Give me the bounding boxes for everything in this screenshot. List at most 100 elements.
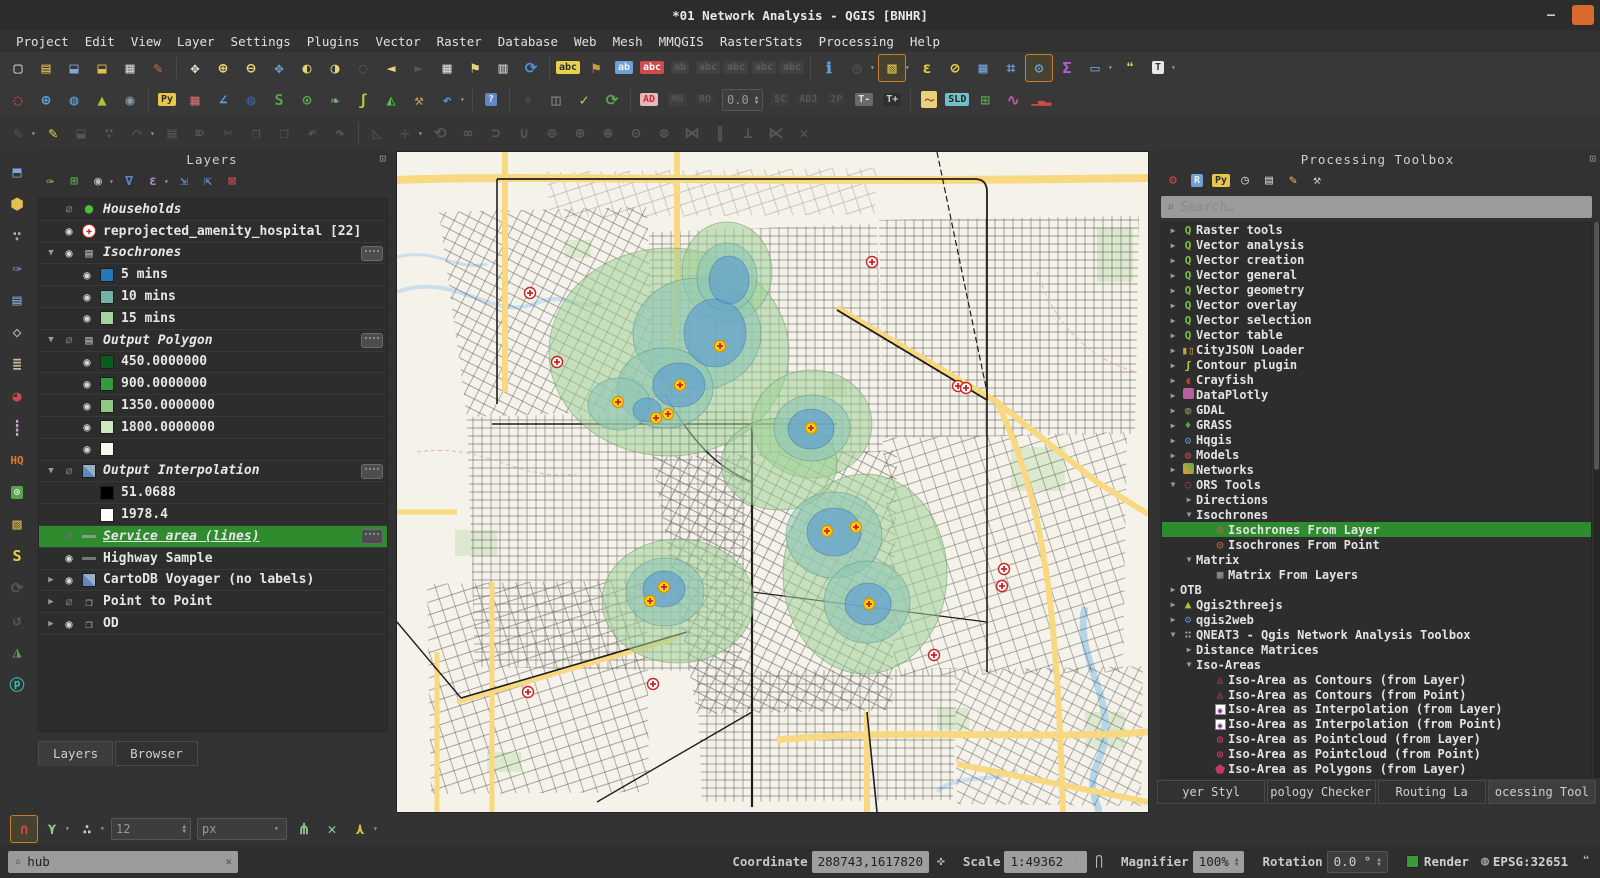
table-add-icon[interactable]: ⊞ [972,87,998,113]
delete-ring-icon[interactable]: ⊝ [623,120,649,146]
add-group-icon[interactable]: ⊞ [63,170,85,192]
proc-item-iso-area-as-pointcloud-from-point[interactable]: ⊙Iso-Area as Pointcloud (from Point) [1162,747,1591,762]
proc-item-isochrones[interactable]: ▼Isochrones [1162,507,1591,522]
hospital-marker-selected[interactable] [663,409,674,420]
move-feature-icon[interactable]: ⟲ [427,120,453,146]
hospital-marker-selected[interactable] [864,599,875,610]
hospital-marker[interactable] [523,687,534,698]
digitize-RO-icon[interactable]: RO [692,87,718,113]
highlight-labels-icon[interactable]: abc [639,55,665,81]
advanced-digitizing-AD-icon[interactable]: AD [636,87,662,113]
digitize-shape-icon[interactable]: ⌒ [124,120,150,146]
text-annotation-icon[interactable]: T [1145,55,1171,81]
hospital-marker-selected[interactable] [675,380,686,391]
pan-map-icon[interactable]: ✥ [182,55,208,81]
help-contents-icon[interactable]: ? [478,87,504,113]
processing-toolbox-icon[interactable]: ⚙ [1026,55,1052,81]
visibility-eye-icon[interactable]: ∅ [59,464,79,478]
new-map-view-icon[interactable]: ▦ [434,55,460,81]
expander-icon[interactable]: ▶ [1166,301,1180,310]
layer-row-5-mins[interactable]: ◉5 mins [39,264,387,286]
proc-item-matrix-from-layers[interactable]: ▦Matrix From Layers [1162,567,1591,582]
zoom-to-selection-icon[interactable]: ◐ [294,55,320,81]
visibility-eye-icon[interactable]: ∅ [59,202,79,216]
copy-features-icon[interactable]: ❐ [243,120,269,146]
select-by-expression-icon[interactable]: ε [914,55,940,81]
snapping-units-select[interactable]: px▾ [197,818,287,840]
menu-mmqgis[interactable]: MMQGIS [651,32,712,51]
proc-item-vector-creation[interactable]: ▶QVector creation [1162,253,1591,268]
change-label-icon[interactable]: abc [723,55,749,81]
quickmapservices-icon[interactable]: S [266,87,292,113]
menu-vector[interactable]: Vector [367,32,428,51]
layer-row-reprojected-amenity-hospital-22[interactable]: ◉✚reprojected_amenity_hospital [22] [39,221,387,243]
r-scripts-icon[interactable]: R [1186,169,1208,191]
open-attribute-table-icon[interactable]: ▦ [970,55,996,81]
gdrive-layer-icon[interactable]: ◮ [4,639,30,665]
proc-item-qgis2web[interactable]: ▶⚙qgis2web [1162,612,1591,627]
digitize-ADJ-icon[interactable]: ADJ [795,87,821,113]
save-project-as-icon[interactable]: ⬓ [89,55,115,81]
menu-processing[interactable]: Processing [811,32,902,51]
layer-row-10-mins[interactable]: ◉10 mins [39,286,387,308]
expander-icon[interactable]: ▶ [1166,286,1180,295]
render-checkbox[interactable] [1406,855,1419,868]
topological-editing-icon[interactable]: ⋔ [291,816,317,842]
trim-extend-icon[interactable]: ✕ [791,120,817,146]
new-project-icon[interactable]: ▢ [5,55,31,81]
slash-label-icon[interactable]: abc [779,55,805,81]
delete-part-icon[interactable]: ⊗ [651,120,677,146]
zoom-in-icon[interactable]: ⊕ [210,55,236,81]
undo-icon[interactable]: ↶ [299,120,325,146]
layer-row-households[interactable]: ∅●Households [39,199,387,221]
right-dock-tab-3[interactable]: ocessing Tool [1488,780,1596,804]
expander-icon[interactable]: ▶ [43,619,59,629]
snapping-mode-icon[interactable]: ⋎ [39,816,65,842]
layer-row-900-0000000[interactable]: ◉900.0000000 [39,373,387,395]
snapping-self-icon[interactable]: ⋏ [347,816,373,842]
dock-tab-browser[interactable]: Browser [115,741,198,766]
digitize-point-icon[interactable]: ∵ [96,120,122,146]
visibility-eye-icon[interactable]: ◉ [77,268,97,282]
expander-icon[interactable]: ▶ [1166,376,1180,385]
current-edits-icon[interactable]: ✎ [5,120,31,146]
osm-place-search-icon[interactable]: ◍ [238,87,264,113]
proc-item-contour-plugin[interactable]: ▶ʃContour plugin [1162,358,1591,373]
measure-line-icon[interactable]: ▭ [1082,55,1108,81]
hospital-marker[interactable] [961,383,972,394]
proc-item-networks[interactable]: ▶Networks [1162,463,1591,478]
layer-row-output-polygon[interactable]: ▼∅▤Output Polygon [39,330,387,352]
menu-view[interactable]: View [123,32,169,51]
layers-panel-options-icon[interactable]: ⊡ [379,152,386,165]
right-dock-tab-0[interactable]: yer Styl [1157,780,1265,804]
vertex-tool-icon[interactable]: ✛ [392,120,418,146]
osm-edit-icon[interactable]: ▨ [4,511,30,537]
open-layer-styling-icon[interactable]: ✑ [39,170,61,192]
proc-item-matrix[interactable]: ▼Matrix [1162,552,1591,567]
new-vector-layer-icon[interactable]: ⬒ [4,159,30,185]
edit-features-in-place-icon[interactable]: ✎ [1282,169,1304,191]
messages-icon[interactable]: ❝ [1582,854,1590,869]
expander-icon[interactable]: ▶ [1166,256,1180,265]
map-tips-icon[interactable]: ❝ [1117,55,1143,81]
filter-legend-icon[interactable]: ∇ [118,170,140,192]
web-append-features-icon[interactable]: ⊕ [33,87,59,113]
layer-row-output-interpolation[interactable]: ▼∅Output Interpolation [39,461,387,483]
proc-item-iso-area-as-contours-from-point[interactable]: ◬Iso-Area as Contours (from Point) [1162,687,1591,702]
proc-item-iso-area-as-pointcloud-from-layer[interactable]: ⊙Iso-Area as Pointcloud (from Layer) [1162,732,1591,747]
hospital-marker-selected[interactable] [651,413,662,424]
measure-line-dropdown[interactable]: ▾ [1108,63,1116,72]
hospital-marker-selected[interactable] [613,397,624,408]
redo-icon[interactable]: ↷ [327,120,353,146]
refresh-layers-icon[interactable]: ⟳ [4,575,30,601]
proc-item-vector-table[interactable]: ▶QVector table [1162,328,1591,343]
expander-icon[interactable]: ▶ [1166,346,1180,355]
proc-item-vector-analysis[interactable]: ▶QVector analysis [1162,238,1591,253]
visibility-eye-icon[interactable]: ∅ [59,529,79,543]
proc-item-iso-area-as-polygons-from-layer[interactable]: ⬟Iso-Area as Polygons (from Layer) [1162,762,1591,777]
expander-icon[interactable]: ▶ [1166,316,1180,325]
show-bookmarks-icon[interactable]: ▥ [490,55,516,81]
split-features-icon[interactable]: ⊥ [735,120,761,146]
layer-row-point-to-point[interactable]: ▶∅❐Point to Point [39,591,387,613]
zoom-last-icon[interactable]: ◄ [378,55,404,81]
